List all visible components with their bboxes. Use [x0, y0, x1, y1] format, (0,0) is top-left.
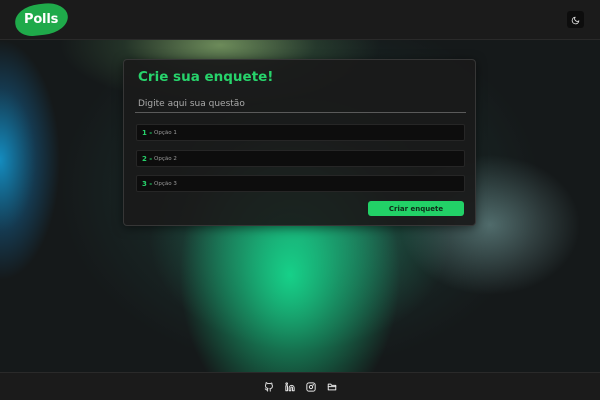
moon-icon	[571, 10, 580, 29]
footer	[0, 372, 600, 400]
linkedin-icon[interactable]	[284, 381, 295, 392]
instagram-icon[interactable]	[305, 381, 316, 392]
logo[interactable]: Polls	[13, 1, 70, 38]
option-number: 2 -	[142, 154, 153, 163]
logo-text: Polls	[24, 12, 59, 28]
option-row: 2 -	[136, 150, 465, 167]
option-row: 3 -	[136, 175, 465, 192]
poll-card: Crie sua enquete! 1 - 2 - 3 - Criar enqu…	[123, 59, 476, 226]
option-1-input[interactable]	[153, 125, 464, 140]
question-input[interactable]	[135, 95, 466, 113]
github-icon[interactable]	[264, 381, 274, 392]
create-poll-button[interactable]: Criar enquete	[368, 201, 464, 216]
folder-icon[interactable]	[327, 382, 337, 392]
top-bar: Polls	[0, 0, 600, 40]
form-title: Crie sua enquete!	[138, 69, 274, 85]
option-number: 1 -	[142, 128, 153, 137]
option-row: 1 -	[136, 124, 465, 141]
option-number: 3 -	[142, 179, 153, 188]
option-3-input[interactable]	[153, 176, 464, 191]
option-2-input[interactable]	[153, 151, 464, 166]
theme-toggle-button[interactable]	[567, 11, 584, 28]
